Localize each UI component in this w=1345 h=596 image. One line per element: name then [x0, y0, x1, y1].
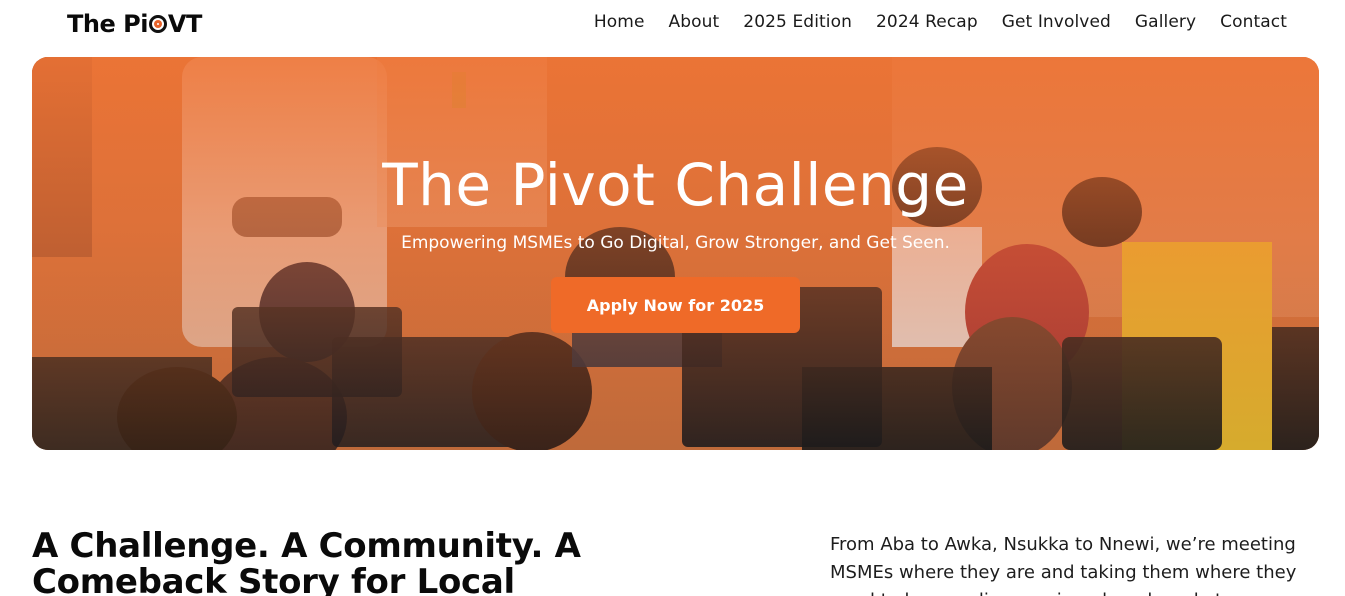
nav-about[interactable]: About — [669, 12, 720, 32]
logo-text-part: T — [186, 10, 202, 38]
site-logo[interactable]: The PiVT — [67, 9, 202, 39]
logo-text-part: i — [140, 10, 148, 38]
intro-text: From Aba to Awka, Nsukka to Nnewi, we’re… — [830, 534, 1297, 596]
hero-subtitle: Empowering MSMEs to Go Digital, Grow Str… — [401, 233, 950, 253]
nav-home[interactable]: Home — [594, 12, 645, 32]
intro-heading: A Challenge. A Community. A Comeback Sto… — [32, 526, 581, 596]
nav-get-involved[interactable]: Get Involved — [1002, 12, 1111, 32]
nav-2025-edition[interactable]: 2025 Edition — [743, 12, 852, 32]
logo-text-part: The P — [67, 10, 141, 38]
target-icon — [148, 15, 167, 33]
hero-overlay — [32, 57, 1319, 450]
nav-contact[interactable]: Contact — [1220, 12, 1287, 32]
logo-text-part: V — [167, 10, 187, 38]
site-header: The PiVT Home About 2025 Edition 2024 Re… — [0, 0, 1345, 48]
hero-banner: The Pivot Challenge Empowering MSMEs to … — [32, 57, 1319, 450]
apply-now-button[interactable]: Apply Now for 2025 — [551, 277, 800, 333]
hero-title: The Pivot Challenge — [382, 151, 969, 219]
nav-2024-recap[interactable]: 2024 Recap — [876, 12, 978, 32]
nav-gallery[interactable]: Gallery — [1135, 12, 1196, 32]
main-nav: Home About 2025 Edition 2024 Recap Get I… — [594, 12, 1287, 32]
